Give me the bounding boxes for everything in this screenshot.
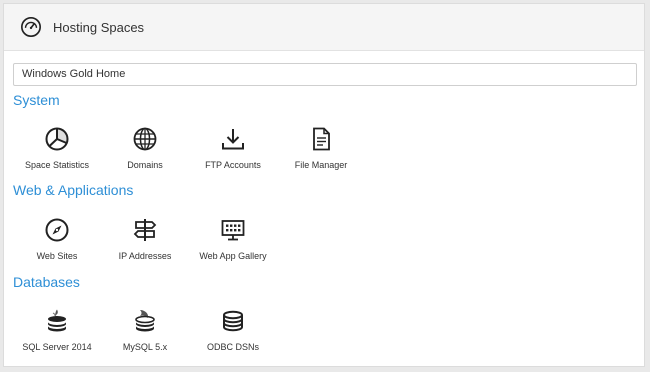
tile-label: Domains [127, 160, 163, 170]
tile-label: SQL Server 2014 [22, 342, 92, 352]
database-stack-icon [220, 308, 246, 334]
sql-server-database-icon [44, 308, 70, 334]
space-selector[interactable]: Windows Gold Home [13, 63, 637, 86]
mysql-tile[interactable]: MySQL 5.x [100, 308, 190, 352]
tile-label: Web Sites [36, 251, 78, 261]
globe-icon [132, 126, 158, 152]
signpost-icon [132, 217, 158, 243]
file-manager-tile[interactable]: File Manager [276, 126, 366, 170]
panel-header: Hosting Spaces [4, 4, 644, 51]
tile-label: IP Addresses [118, 251, 172, 261]
tile-label: MySQL 5.x [122, 342, 168, 352]
tile-label: Web App Gallery [199, 251, 267, 261]
tile-label: FTP Accounts [205, 160, 261, 170]
download-tray-icon [220, 126, 246, 152]
space-statistics-tile[interactable]: Space Statistics [12, 126, 102, 170]
tile-label: ODBC DSNs [206, 342, 259, 352]
section-title-web-applications: Web & Applications [13, 182, 134, 198]
pie-chart-icon [44, 126, 70, 152]
document-icon [308, 126, 334, 152]
section-title-system: System [13, 92, 60, 108]
web-app-gallery-tile[interactable]: Web App Gallery [188, 217, 278, 261]
section-title-databases: Databases [13, 274, 80, 290]
web-sites-tile[interactable]: Web Sites [12, 217, 102, 261]
hosting-spaces-panel: Hosting Spaces Windows Gold Home System … [3, 3, 645, 367]
monitor-grid-icon [220, 217, 246, 243]
speedometer-icon [20, 16, 42, 38]
compass-icon [44, 217, 70, 243]
domains-tile[interactable]: Domains [100, 126, 190, 170]
mysql-dolphin-database-icon [132, 308, 158, 334]
sql-server-tile[interactable]: SQL Server 2014 [12, 308, 102, 352]
odbc-dsns-tile[interactable]: ODBC DSNs [188, 308, 278, 352]
tile-label: Space Statistics [24, 160, 90, 170]
ftp-accounts-tile[interactable]: FTP Accounts [188, 126, 278, 170]
page-title: Hosting Spaces [53, 19, 145, 35]
ip-addresses-tile[interactable]: IP Addresses [100, 217, 190, 261]
tile-label: File Manager [294, 160, 348, 170]
